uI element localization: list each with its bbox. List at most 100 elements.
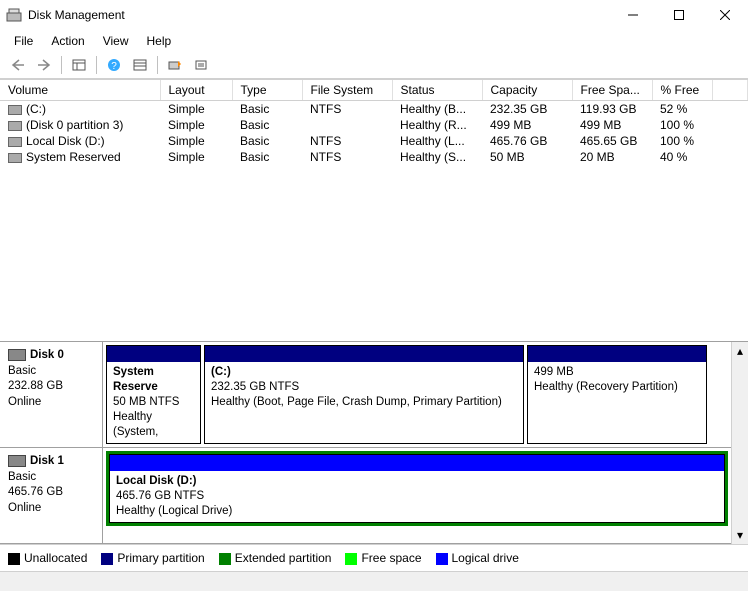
partition-size: 465.76 GB NTFS <box>116 490 204 502</box>
partition[interactable]: System Reserve 50 MB NTFS Healthy (System, <box>106 345 201 444</box>
volume-fs <box>302 117 392 133</box>
legend-swatch <box>345 553 357 565</box>
legend-item: Logical drive <box>436 551 519 565</box>
partition-size: 50 MB NTFS <box>113 396 179 408</box>
legend-label: Primary partition <box>117 551 204 565</box>
col-filesystem[interactable]: File System <box>302 80 392 101</box>
svg-text:?: ? <box>111 61 117 72</box>
disk-row: Disk 0Basic232.88 GBOnlineSystem Reserve… <box>0 342 731 448</box>
volume-layout: Simple <box>160 117 232 133</box>
volume-layout: Simple <box>160 133 232 149</box>
volume-row[interactable]: (C:)SimpleBasicNTFSHealthy (B...232.35 G… <box>0 101 748 118</box>
menu-view[interactable]: View <box>95 32 137 50</box>
minimize-button[interactable] <box>610 0 656 30</box>
col-freespace[interactable]: Free Spa... <box>572 80 652 101</box>
maximize-button[interactable] <box>656 0 702 30</box>
volume-name: (Disk 0 partition 3) <box>26 118 123 132</box>
volume-fs: NTFS <box>302 149 392 165</box>
menu-help[interactable]: Help <box>139 32 180 50</box>
help-button[interactable]: ? <box>102 54 126 76</box>
volume-status: Healthy (S... <box>392 149 482 165</box>
col-status[interactable]: Status <box>392 80 482 101</box>
legend: Unallocated Primary partition Extended par… <box>0 544 748 571</box>
col-pctfree[interactable]: % Free <box>652 80 712 101</box>
volume-row[interactable]: Local Disk (D:)SimpleBasicNTFSHealthy (L… <box>0 133 748 149</box>
volume-type: Basic <box>232 133 302 149</box>
volume-capacity: 499 MB <box>482 117 572 133</box>
toolbar-list-button[interactable] <box>128 54 152 76</box>
partition-label: System Reserve <box>113 366 158 393</box>
partition-status: Healthy (System, <box>113 411 158 438</box>
partition-header <box>528 346 706 362</box>
disk-name: Disk 0 <box>30 349 64 361</box>
disk-state: Online <box>8 395 94 411</box>
graphical-view: Disk 0Basic232.88 GBOnlineSystem Reserve… <box>0 341 748 544</box>
menu-file[interactable]: File <box>6 32 41 50</box>
volume-list[interactable]: Volume Layout Type File System Status Ca… <box>0 79 748 341</box>
partition[interactable]: Local Disk (D:) 465.76 GB NTFS Healthy (Lo… <box>109 454 725 523</box>
volume-name: (C:) <box>26 102 46 116</box>
scroll-up-icon[interactable]: ▴ <box>737 344 743 358</box>
toolbar-action-button[interactable] <box>163 54 187 76</box>
volume-pct: 52 % <box>652 101 712 118</box>
window-title: Disk Management <box>28 8 125 22</box>
app-icon <box>6 7 22 23</box>
legend-swatch <box>436 553 448 565</box>
volume-free: 119.93 GB <box>572 101 652 118</box>
legend-label: Logical drive <box>452 551 519 565</box>
scrollbar[interactable]: ▴ ▾ <box>731 342 748 544</box>
volume-fs: NTFS <box>302 133 392 149</box>
volume-row[interactable]: System ReservedSimpleBasicNTFSHealthy (S… <box>0 149 748 165</box>
disk-info[interactable]: Disk 1 Basic465.76 GBOnline <box>0 448 103 543</box>
col-layout[interactable]: Layout <box>160 80 232 101</box>
toolbar-properties-button[interactable] <box>189 54 213 76</box>
partition[interactable]: (C:)232.35 GB NTFSHealthy (Boot, Page Fi… <box>204 345 524 444</box>
partition-header <box>205 346 523 362</box>
partition-status: Healthy (Recovery Partition) <box>534 381 678 393</box>
disk-type: Basic <box>8 364 94 380</box>
disk-name: Disk 1 <box>30 455 64 467</box>
partition-header <box>110 455 724 471</box>
legend-label: Extended partition <box>235 551 332 565</box>
disk-state: Online <box>8 501 94 517</box>
legend-label: Unallocated <box>24 551 87 565</box>
legend-item: Primary partition <box>101 551 204 565</box>
volume-row[interactable]: (Disk 0 partition 3)SimpleBasicHealthy (… <box>0 117 748 133</box>
column-headers[interactable]: Volume Layout Type File System Status Ca… <box>0 80 748 101</box>
scroll-down-icon[interactable]: ▾ <box>737 528 743 542</box>
partition-label: Local Disk (D:) <box>116 475 197 487</box>
toolbar-view-button[interactable] <box>67 54 91 76</box>
titlebar: Disk Management <box>0 0 748 30</box>
disk-icon <box>8 349 26 361</box>
disk-info[interactable]: Disk 0Basic232.88 GBOnline <box>0 342 103 447</box>
toolbar: ? <box>0 52 748 79</box>
col-capacity[interactable]: Capacity <box>482 80 572 101</box>
legend-swatch <box>219 553 231 565</box>
volume-status: Healthy (B... <box>392 101 482 118</box>
volume-free: 499 MB <box>572 117 652 133</box>
legend-item: Extended partition <box>219 551 332 565</box>
partition-status: Healthy (Logical Drive) <box>116 505 232 517</box>
menu-action[interactable]: Action <box>43 32 92 50</box>
volume-layout: Simple <box>160 149 232 165</box>
back-button[interactable] <box>6 54 30 76</box>
volume-capacity: 50 MB <box>482 149 572 165</box>
volume-type: Basic <box>232 117 302 133</box>
volume-capacity: 232.35 GB <box>482 101 572 118</box>
disk-size: 465.76 GB <box>8 485 94 501</box>
volume-type: Basic <box>232 101 302 118</box>
forward-button[interactable] <box>32 54 56 76</box>
col-type[interactable]: Type <box>232 80 302 101</box>
disk-type: Basic <box>8 470 94 486</box>
legend-swatch <box>101 553 113 565</box>
disk-icon <box>8 455 26 467</box>
close-button[interactable] <box>702 0 748 30</box>
col-volume[interactable]: Volume <box>0 80 160 101</box>
volume-free: 20 MB <box>572 149 652 165</box>
drive-icon <box>8 137 22 147</box>
partition-status: Healthy (Boot, Page File, Crash Dump, Pr… <box>211 396 502 408</box>
partition[interactable]: 499 MBHealthy (Recovery Partition) <box>527 345 707 444</box>
volume-name: System Reserved <box>26 150 121 164</box>
legend-label: Free space <box>361 551 421 565</box>
disk-row: Disk 1 Basic465.76 GBOnline Local Disk (D:… <box>0 448 731 544</box>
